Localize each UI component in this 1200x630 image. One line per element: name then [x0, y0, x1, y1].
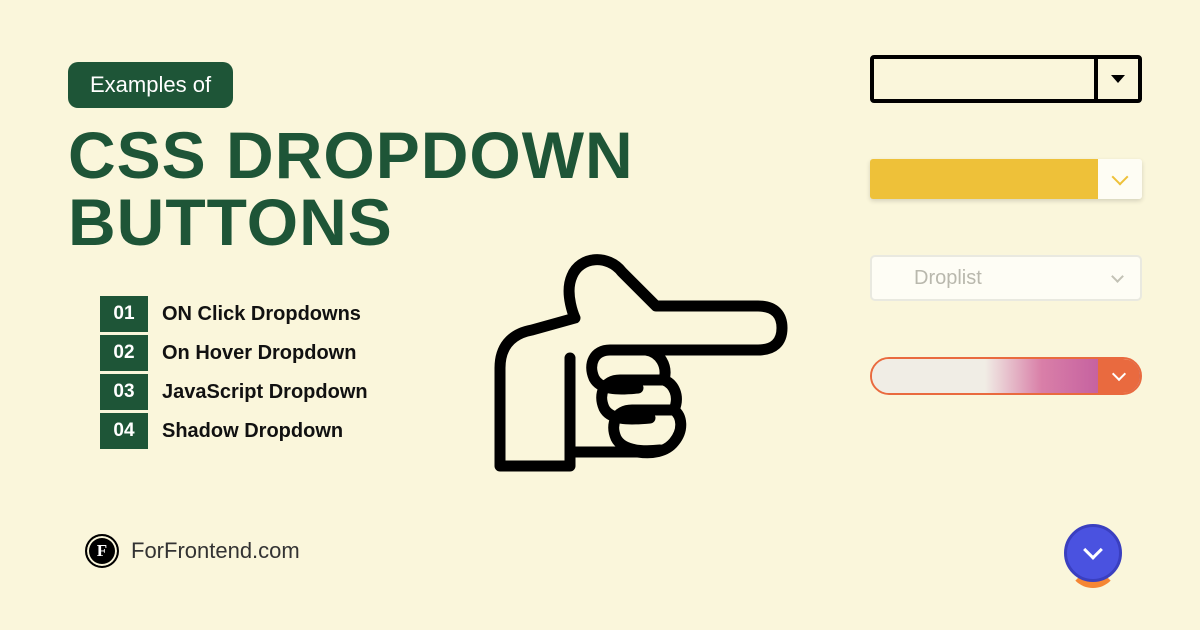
title-line-1: CSS DROPDOWN [68, 118, 634, 192]
dropdown-pill-example[interactable] [870, 357, 1142, 395]
dropdown-toggle[interactable] [1098, 159, 1142, 199]
dropdown-toggle[interactable] [1064, 524, 1122, 582]
list-label: On Hover Dropdown [162, 342, 356, 365]
list-label: ON Click Dropdowns [162, 303, 361, 326]
dropdown-body [870, 159, 1098, 199]
list-label: JavaScript Dropdown [162, 381, 368, 404]
brand-name: ForFrontend.com [131, 538, 300, 564]
page-title: CSS DROPDOWN BUTTONS [68, 122, 634, 257]
dropdown-pill-wrap [870, 357, 1142, 395]
list-item: 01 ON Click Dropdowns [100, 296, 368, 332]
list-item: 02 On Hover Dropdown [100, 335, 368, 371]
pointing-hand-icon [460, 238, 790, 478]
dropdown-toggle[interactable] [1094, 59, 1138, 99]
dropdown-circle-example[interactable] [1064, 524, 1122, 582]
eyebrow-badge: Examples of [68, 62, 233, 108]
feature-list: 01 ON Click Dropdowns 02 On Hover Dropdo… [100, 296, 368, 452]
list-label: Shadow Dropdown [162, 420, 343, 443]
list-number: 03 [100, 374, 148, 410]
chevron-down-icon [1083, 540, 1103, 560]
dropdown-label: Droplist [914, 267, 982, 290]
list-item: 03 JavaScript Dropdown [100, 374, 368, 410]
dropdown-examples: Droplist [870, 55, 1142, 395]
brand: F ForFrontend.com [85, 534, 300, 568]
dropdown-droplist-example[interactable]: Droplist [870, 255, 1142, 301]
list-number: 04 [100, 413, 148, 449]
title-line-2: BUTTONS [68, 185, 393, 259]
list-item: 04 Shadow Dropdown [100, 413, 368, 449]
dropdown-yellow-example[interactable] [870, 159, 1142, 199]
chevron-down-icon [1112, 367, 1126, 381]
dropdown-body [874, 59, 1094, 99]
dropdown-outline-example[interactable] [870, 55, 1142, 103]
list-number: 02 [100, 335, 148, 371]
caret-down-icon [1111, 75, 1125, 83]
chevron-down-icon [1112, 169, 1129, 186]
list-number: 01 [100, 296, 148, 332]
dropdown-toggle[interactable] [1098, 359, 1140, 393]
brand-logo-icon: F [85, 534, 119, 568]
dropdown-body [872, 359, 1098, 393]
chevron-down-icon [1111, 270, 1124, 283]
